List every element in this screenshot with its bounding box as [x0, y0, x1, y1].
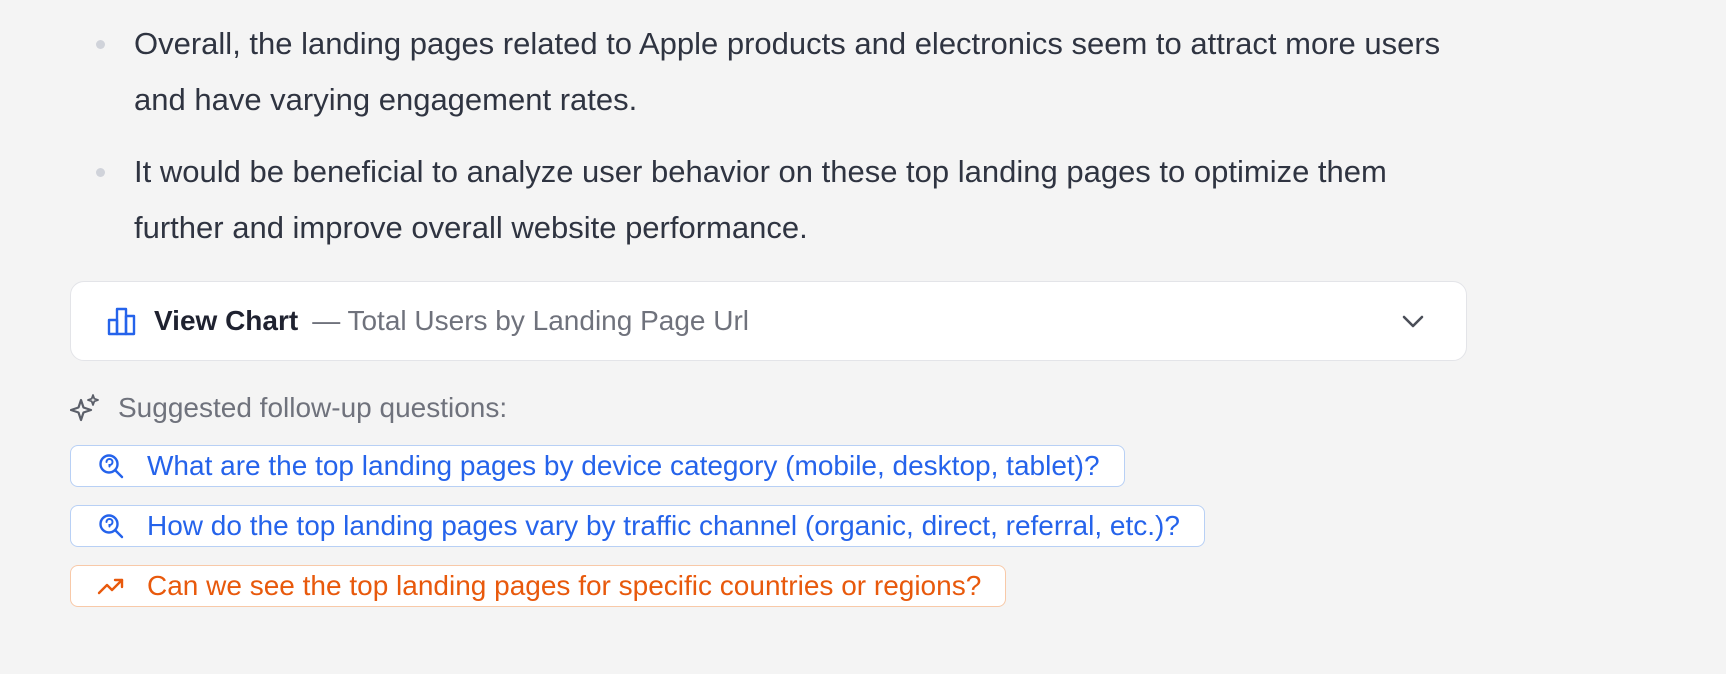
suggestions-header-text: Suggested follow-up questions: — [118, 392, 508, 423]
bullet-dot — [96, 168, 105, 177]
chevron-down-icon[interactable] — [1398, 306, 1428, 336]
suggestion-chip-countries[interactable]: Can we see the top landing pages for spe… — [70, 565, 1007, 607]
suggestion-text: What are the top landing pages by device… — [147, 450, 1100, 481]
sparkle-icon — [70, 394, 99, 422]
trending-up-icon — [97, 578, 124, 595]
view-chart-toggle[interactable]: View Chart — Total Users by Landing Page… — [70, 281, 1467, 361]
insight-bullet: Overall, the landing pages related to Ap… — [70, 16, 1470, 128]
search-icon — [99, 454, 124, 479]
suggestions-header: Suggested follow-up questions: — [70, 389, 507, 427]
search-icon — [99, 514, 124, 539]
insight-list: Overall, the landing pages related to Ap… — [70, 16, 1470, 256]
insight-bullet: It would be beneficial to analyze user b… — [70, 144, 1470, 256]
bullet-dot — [96, 40, 105, 49]
view-chart-label: View Chart — [154, 305, 299, 336]
suggestion-chip-traffic-channel[interactable]: How do the top landing pages vary by tra… — [70, 505, 1205, 547]
suggestion-text: Can we see the top landing pages for spe… — [147, 570, 982, 601]
bar-chart-icon — [105, 304, 139, 338]
chart-subtitle: — Total Users by Landing Page Url — [312, 305, 750, 336]
suggestion-text: How do the top landing pages vary by tra… — [147, 510, 1180, 541]
assistant-message: Overall, the landing pages related to Ap… — [70, 0, 1470, 607]
suggestion-chip-device-category[interactable]: What are the top landing pages by device… — [70, 445, 1125, 487]
insight-text: Overall, the landing pages related to Ap… — [134, 26, 1441, 117]
insight-text: It would be beneficial to analyze user b… — [134, 154, 1387, 245]
